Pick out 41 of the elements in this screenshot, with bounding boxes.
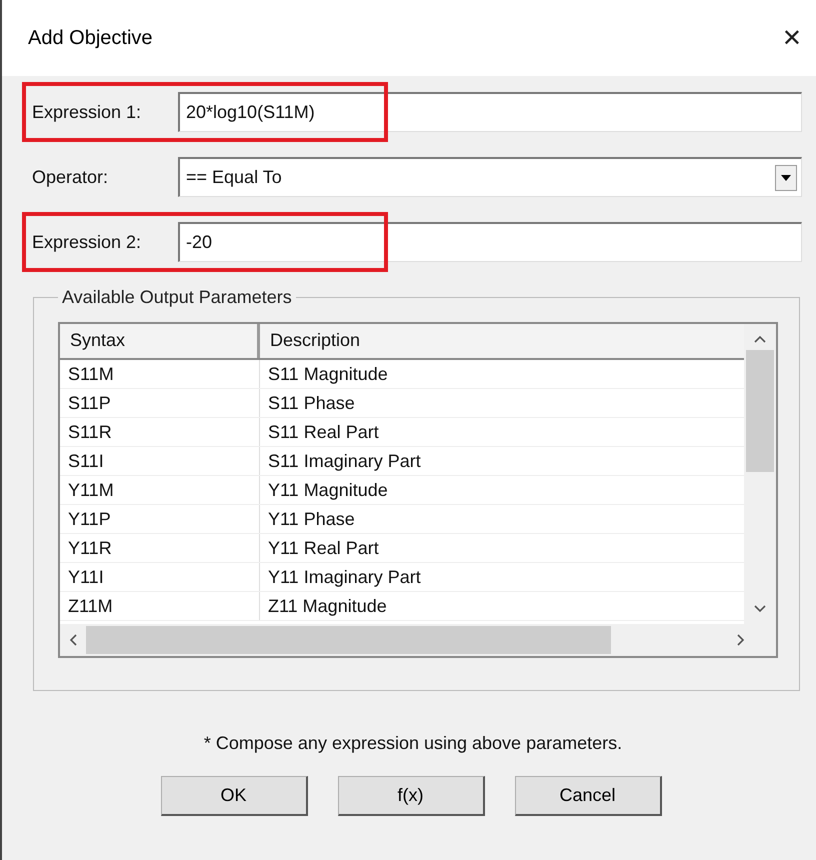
table-cell: S11M [60,360,260,388]
table-cell: S11P [60,389,260,417]
scrollbar-thumb[interactable] [86,626,611,654]
table-cell-text: Y11 Phase [267,508,356,531]
table-cell: S11R [60,418,260,446]
column-header[interactable]: Syntax [60,324,260,358]
table-cell: S11I [60,447,260,475]
operator-dropdown[interactable]: == Equal To [178,157,802,197]
table-cell: Y11R [60,534,260,562]
table-cell-text: S11 Magnitude [267,363,389,386]
dialog-button[interactable]: Cancel [514,776,662,816]
vertical-scrollbar[interactable] [744,324,776,624]
window-title: Add Objective [28,26,153,50]
table-cell-text: S11 Real Part [267,421,380,444]
table-cell-text: Z11 Magnitude [267,595,388,618]
hint-text: * Compose any expression using above parameters. [202,733,624,754]
group-title: Available Output Parameters [61,287,293,308]
table-cell-text: Y11 Magnitude [267,479,389,502]
horizontal-scrollbar[interactable] [60,624,776,656]
field-label: Expression 2: [31,232,142,252]
table-cell-text: Y11 Imaginary Part [267,566,422,589]
field-label: Expression 1: [31,102,142,122]
scroll-right-icon[interactable] [736,633,746,647]
close-button[interactable]: ✕ [776,22,808,54]
expression-field[interactable]: -20 [178,222,802,262]
dialog-button[interactable]: OK [160,776,308,816]
scroll-down-icon[interactable] [753,604,767,614]
scroll-left-icon[interactable] [68,633,78,647]
expression-field[interactable]: 20*log10(S11M) [178,92,802,132]
table-cell-text: S11 Phase [267,392,356,415]
table-cell: Y11M [60,476,260,504]
column-header[interactable]: Description [260,324,744,358]
table-cell: Y11I [60,563,260,591]
table-cell-text: Y11 Real Part [267,537,380,560]
table-cell: Y11P [60,505,260,533]
scrollbar-thumb[interactable] [746,350,774,472]
table-cell-text: S11 Imaginary Part [267,450,422,473]
scroll-up-icon[interactable] [753,334,767,344]
field-label: Operator: [31,166,110,188]
dialog-button[interactable]: f(x) [338,776,484,816]
table-cell: Z11M [60,592,260,620]
